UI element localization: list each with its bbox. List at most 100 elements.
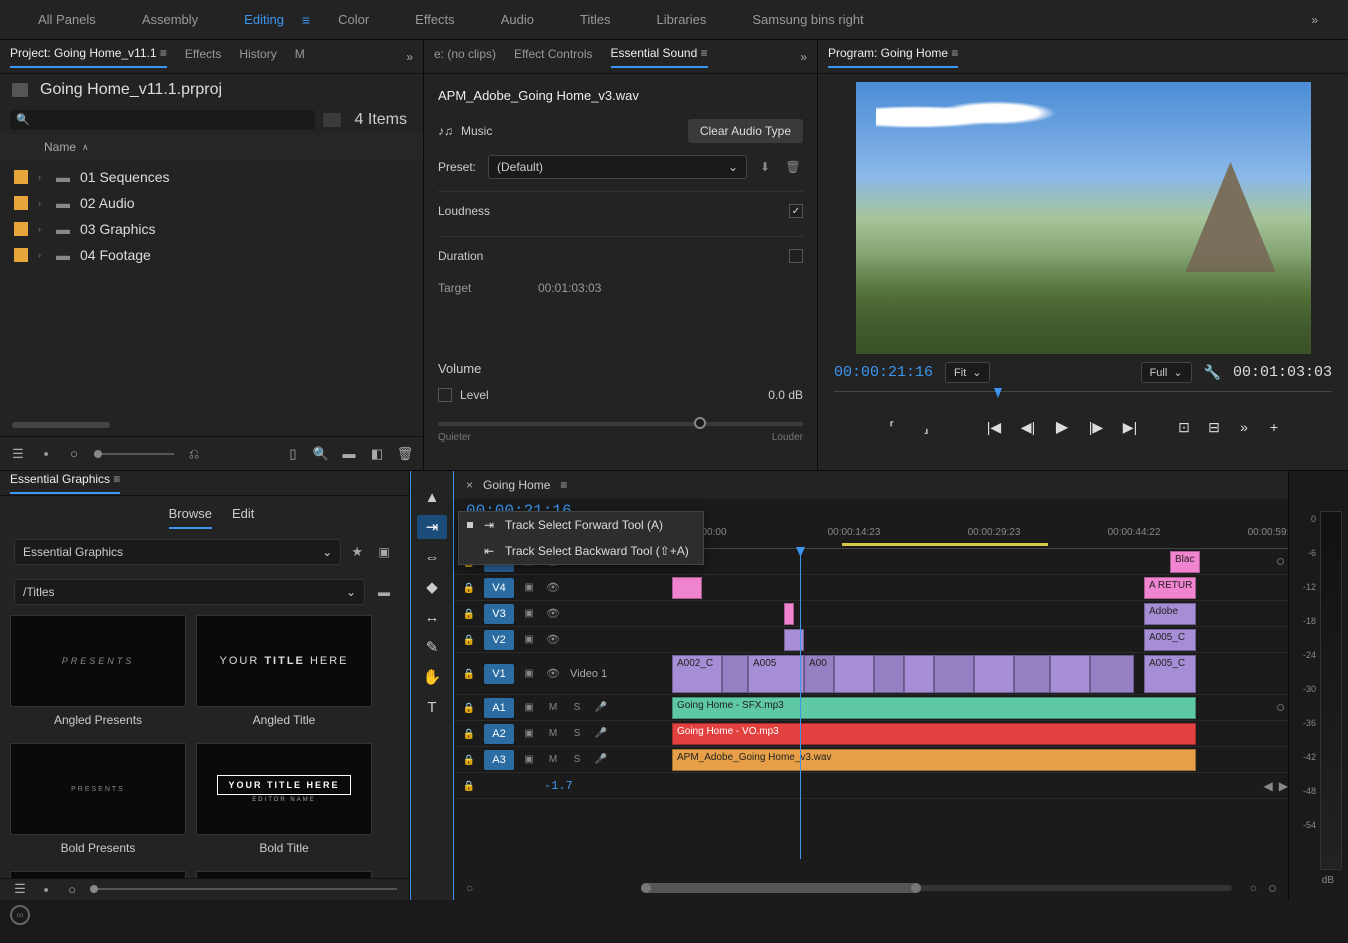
- timeline-clip-audio-sfx[interactable]: Going Home - SFX.mp3: [672, 697, 1196, 719]
- workspace-menu-icon[interactable]: ≡: [302, 12, 310, 28]
- thumbnail-zoom-slider[interactable]: [94, 453, 174, 455]
- workspace-tab-samsung[interactable]: Samsung bins right: [734, 2, 881, 37]
- mute-btn[interactable]: M: [542, 754, 564, 765]
- timeline-clip[interactable]: [904, 655, 934, 693]
- tab-effects[interactable]: Effects: [185, 47, 221, 67]
- eg-zoom-slider[interactable]: [90, 888, 397, 890]
- flyout-track-select-backward[interactable]: ⇤Track Select Backward Tool (⇧+A): [459, 538, 703, 564]
- program-monitor-viewport[interactable]: [856, 82, 1311, 354]
- tab-program[interactable]: Program: Going Home ≡: [828, 46, 958, 68]
- tab-effect-controls[interactable]: Effect Controls: [514, 47, 592, 67]
- eg-folder-dropdown[interactable]: /Titles⌄: [14, 579, 365, 605]
- lock-icon[interactable]: 🔒: [463, 781, 475, 792]
- program-current-timecode[interactable]: 00:00:21:16: [834, 364, 933, 381]
- project-column-name[interactable]: Name∧: [0, 134, 423, 160]
- eg-template-angled-presents[interactable]: PRESENTS Angled Presents: [10, 615, 186, 733]
- play-icon[interactable]: ▶: [1052, 417, 1072, 437]
- sync-lock-icon[interactable]: ▣: [518, 754, 540, 765]
- track-master[interactable]: 🔒 -1.7 ◀▶: [454, 773, 1288, 799]
- eye-icon[interactable]: 👁: [542, 607, 564, 620]
- preset-dropdown[interactable]: (Default)⌄: [488, 155, 747, 179]
- tab-essential-sound[interactable]: Essential Sound ≡: [611, 46, 708, 68]
- settings-wrench-icon[interactable]: 🔧: [1204, 364, 1221, 381]
- eg-library-dropdown[interactable]: Essential Graphics⌄: [14, 539, 341, 565]
- workspace-tab-effects[interactable]: Effects: [397, 2, 473, 37]
- sync-lock-icon[interactable]: ▣: [518, 582, 540, 593]
- solo-btn[interactable]: S: [566, 754, 588, 765]
- eg-tab-edit[interactable]: Edit: [232, 506, 254, 529]
- mic-icon[interactable]: 🎤: [590, 702, 612, 713]
- timeline-clip[interactable]: [784, 603, 794, 625]
- timeline-clip[interactable]: [672, 577, 702, 599]
- timeline-clip[interactable]: A005: [748, 655, 804, 693]
- tl-zoom-out-handle[interactable]: ○: [466, 881, 473, 895]
- tab-project[interactable]: Project: Going Home_v11.1 ≡: [10, 46, 167, 68]
- timeline-clip[interactable]: [834, 655, 874, 693]
- mute-btn[interactable]: M: [542, 728, 564, 739]
- new-bin-icon[interactable]: ▬: [341, 446, 357, 462]
- level-checkbox[interactable]: [438, 388, 452, 402]
- solo-btn[interactable]: S: [566, 728, 588, 739]
- track-a3[interactable]: 🔒A3▣MS🎤 APM_Adobe_Going Home_v3.wav: [454, 747, 1288, 773]
- preset-delete-icon[interactable]: 🗑: [783, 160, 803, 174]
- eg-folder-icon[interactable]: ▬: [373, 585, 395, 599]
- project-filter-bin-icon[interactable]: [323, 113, 341, 127]
- sync-lock-icon[interactable]: ▣: [518, 728, 540, 739]
- list-view-icon[interactable]: ☰: [10, 446, 26, 462]
- track-v1[interactable]: 🔒V1▣👁 Video 1 A002_C A005 A00: [454, 653, 1288, 695]
- workspace-tab-all-panels[interactable]: All Panels: [20, 2, 114, 37]
- pan-right-icon[interactable]: ▶: [1279, 779, 1288, 793]
- panel-overflow-icon[interactable]: »: [406, 50, 413, 64]
- work-area-bar[interactable]: [842, 543, 1048, 546]
- workspace-tab-assembly[interactable]: Assembly: [124, 2, 216, 37]
- tab-essential-graphics[interactable]: Essential Graphics ≡: [10, 472, 120, 494]
- sync-lock-icon[interactable]: ▣: [518, 668, 540, 679]
- track-v4[interactable]: 🔒V4▣👁 A RETUR: [454, 575, 1288, 601]
- sort-icons-icon[interactable]: ⎌: [186, 446, 202, 462]
- export-frame-icon[interactable]: »: [1234, 417, 1254, 437]
- tab-overflow[interactable]: M: [295, 47, 305, 67]
- lock-icon[interactable]: 🔒: [463, 669, 475, 680]
- master-pan-value[interactable]: -1.7: [544, 779, 573, 793]
- timeline-clip[interactable]: [784, 629, 804, 651]
- project-search-input[interactable]: [10, 110, 315, 130]
- timeline-clip[interactable]: [722, 655, 748, 693]
- find-icon[interactable]: 🔍: [313, 446, 329, 462]
- bin-graphics[interactable]: ›▬03 Graphics: [0, 216, 423, 242]
- timeline-clip[interactable]: Adobe: [1144, 603, 1196, 625]
- workspace-tab-audio[interactable]: Audio: [483, 2, 552, 37]
- workspace-tab-color[interactable]: Color: [320, 2, 387, 37]
- timeline-clip[interactable]: A002_C: [672, 655, 722, 693]
- eg-template-bold-presents[interactable]: PRESENTS Bold Presents: [10, 743, 186, 861]
- eye-icon[interactable]: 👁: [542, 633, 564, 646]
- lock-icon[interactable]: 🔒: [463, 703, 475, 714]
- lock-icon[interactable]: 🔒: [463, 635, 475, 646]
- lock-icon[interactable]: 🔒: [463, 583, 475, 594]
- mic-icon[interactable]: 🎤: [590, 728, 612, 739]
- auto-match-icon[interactable]: ▯: [285, 446, 301, 462]
- mic-icon[interactable]: 🎤: [590, 754, 612, 765]
- flyout-track-select-forward[interactable]: ⇥Track Select Forward Tool (A): [459, 512, 703, 538]
- timeline-clip[interactable]: A005_C: [1144, 655, 1196, 693]
- selection-tool-icon[interactable]: ▲: [417, 485, 447, 509]
- go-to-out-icon[interactable]: ▶|: [1120, 417, 1140, 437]
- eg-template-angled-title[interactable]: YOUR TITLE HERE Angled Title: [196, 615, 372, 733]
- solo-btn[interactable]: S: [566, 702, 588, 713]
- freeform-view-icon[interactable]: ○: [66, 446, 82, 462]
- timeline-clip[interactable]: A00: [804, 655, 834, 693]
- extract-icon[interactable]: ⊟: [1204, 417, 1224, 437]
- track-scroll-icon[interactable]: [1277, 558, 1284, 565]
- icon-view-icon[interactable]: ▪: [38, 446, 54, 462]
- eg-stock-icon[interactable]: ▣: [373, 545, 395, 559]
- eg-star-icon[interactable]: ★: [349, 544, 365, 560]
- lock-icon[interactable]: 🔒: [463, 729, 475, 740]
- timeline-clip[interactable]: [934, 655, 974, 693]
- pen-tool-icon[interactable]: ✎: [417, 635, 447, 659]
- razor-tool-icon[interactable]: ◆: [417, 575, 447, 599]
- volume-slider[interactable]: [438, 422, 803, 426]
- clear-audio-type-button[interactable]: Clear Audio Type: [688, 119, 803, 143]
- track-a1[interactable]: 🔒A1▣MS🎤 Going Home - SFX.mp3: [454, 695, 1288, 721]
- tab-history[interactable]: History: [239, 47, 276, 67]
- tl-zoom-in-handle[interactable]: ○: [1250, 881, 1257, 895]
- panel-overflow-icon[interactable]: »: [800, 50, 807, 64]
